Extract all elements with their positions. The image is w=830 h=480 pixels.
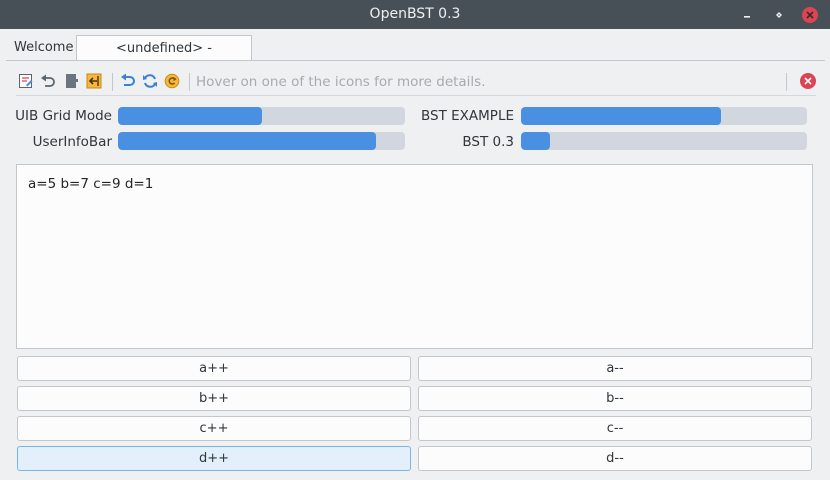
meter-fill (118, 107, 262, 125)
minimize-icon (744, 16, 750, 18)
meter-fill (118, 132, 377, 150)
meter-fill (521, 107, 722, 125)
toolbar-separator (112, 73, 113, 91)
close-icon (802, 7, 818, 23)
tab-bar: Welcome <undefined> - <unknown> (0, 29, 830, 82)
tab-welcome[interactable]: Welcome (6, 35, 76, 61)
story-text-area[interactable]: a=5 b=7 c=9 d=1 (16, 164, 813, 349)
close-story-icon[interactable] (800, 73, 816, 89)
settings-icon[interactable] (164, 73, 180, 89)
meter-label: UIB Grid Mode (15, 108, 112, 124)
meter-label: BST 0.3 (462, 134, 514, 150)
toolbar-separator (786, 73, 787, 91)
choice-button-b-plus[interactable]: b++ (17, 386, 411, 411)
choice-button-d-plus[interactable]: d++ (17, 446, 411, 471)
toolbar: Hover on one of the icons for more detai… (16, 69, 816, 96)
choice-button-c-minus[interactable]: c-- (418, 416, 812, 441)
meter-label: UserInfoBar (32, 134, 112, 150)
save-icon[interactable] (18, 73, 34, 89)
maximize-icon (776, 12, 782, 18)
meter-bar-userinfobar (118, 132, 405, 150)
meter-bar-bst-example (521, 107, 807, 125)
tab-story[interactable]: <undefined> - <unknown> (76, 35, 252, 82)
document-icon[interactable] (64, 73, 80, 89)
reload-icon[interactable] (120, 73, 136, 89)
import-icon[interactable] (86, 73, 102, 89)
toolbar-hint: Hover on one of the icons for more detai… (196, 74, 486, 90)
story-panel: Hover on one of the icons for more detai… (6, 60, 825, 478)
choice-button-b-minus[interactable]: b-- (418, 386, 812, 411)
maximize-button[interactable] (770, 6, 788, 24)
undo-icon[interactable] (40, 73, 56, 89)
choice-button-a-plus[interactable]: a++ (17, 356, 411, 381)
minimize-button[interactable] (738, 6, 756, 24)
meter-bar-bst-03 (521, 132, 807, 150)
choice-button-a-minus[interactable]: a-- (418, 356, 812, 381)
choice-button-c-plus[interactable]: c++ (17, 416, 411, 441)
refresh-icon[interactable] (142, 73, 158, 89)
window-title: OpenBST 0.3 (369, 6, 461, 22)
meter-bar-uib-grid-mode (118, 107, 405, 125)
story-text: a=5 b=7 c=9 d=1 (28, 176, 154, 192)
choice-button-d-minus[interactable]: d-- (418, 446, 812, 471)
meter-fill (521, 132, 550, 150)
meter-label: BST EXAMPLE (421, 108, 514, 124)
title-bar: OpenBST 0.3 (0, 0, 830, 29)
close-window-button[interactable] (801, 6, 819, 24)
toolbar-separator (189, 73, 190, 91)
